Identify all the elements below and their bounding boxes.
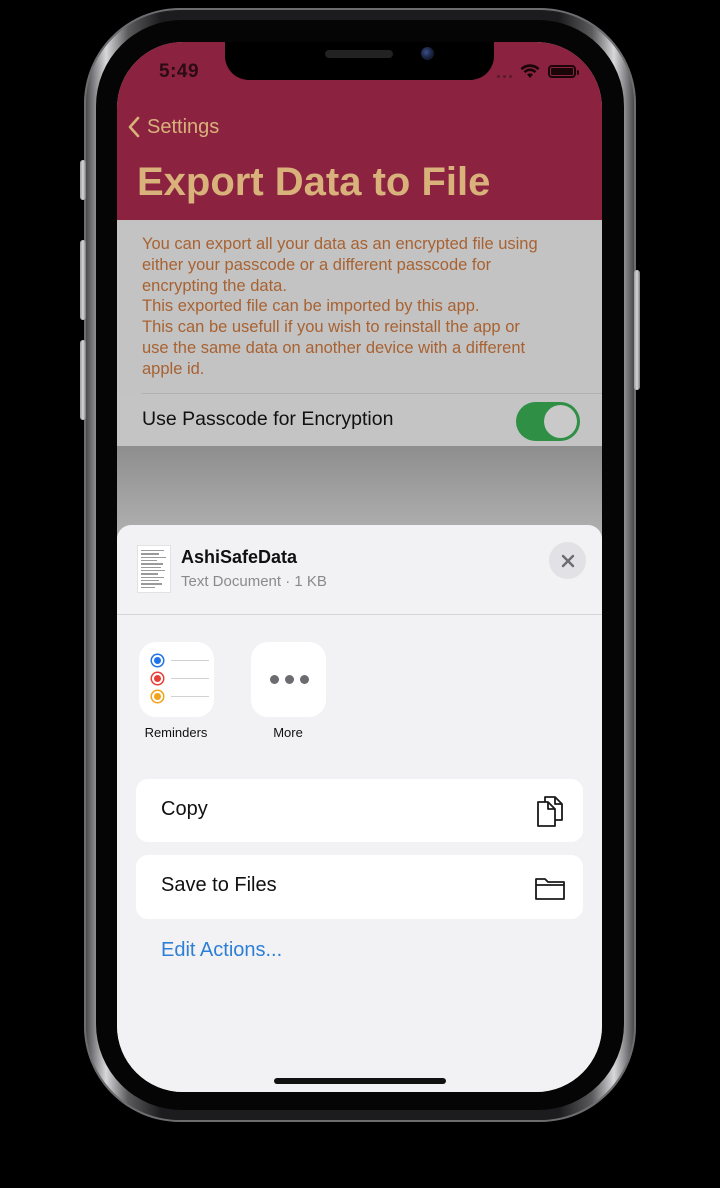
file-meta: Text Document · 1 KB (181, 573, 327, 590)
action-label: Copy (161, 798, 208, 820)
document-thumbnail (137, 545, 171, 593)
passcode-toggle-label: Use Passcode for Encryption (142, 408, 394, 430)
back-button-label: Settings (147, 115, 220, 138)
notch (225, 42, 494, 80)
description-line: This exported file can be imported by th… (142, 297, 480, 316)
back-button[interactable]: Settings (127, 112, 219, 142)
description-line: use the same data on another device with… (142, 338, 526, 357)
page-title: Export Data to File (137, 160, 491, 204)
share-app-label: More (273, 725, 303, 740)
signal-icon (497, 66, 512, 78)
front-camera (421, 47, 434, 60)
share-sheet: AshiSafeData Text Document · 1 KB Remind… (117, 525, 602, 1092)
battery-icon (548, 65, 579, 78)
save-to-files-action[interactable]: Save to Files (136, 855, 583, 919)
passcode-toggle-switch[interactable] (516, 402, 580, 441)
share-apps-row: Reminders More (117, 642, 602, 752)
file-name: AshiSafeData (181, 547, 298, 567)
more-icon (250, 642, 326, 717)
wifi-icon (520, 64, 540, 78)
passcode-toggle-row: Use Passcode for Encryption (117, 394, 602, 446)
edit-actions-link[interactable]: Edit Actions... (161, 939, 282, 962)
share-app-reminders[interactable]: Reminders (131, 642, 221, 740)
description-line: either your passcode or a different pass… (142, 255, 492, 274)
action-label: Save to Files (161, 874, 277, 896)
close-icon (561, 554, 574, 567)
status-time: 5:49 (159, 61, 200, 82)
power-button (634, 270, 640, 390)
description-line: encrypting the data. (142, 276, 287, 295)
volume-up-button (80, 240, 86, 320)
description-line: You can export all your data as an encry… (142, 235, 538, 253)
reminders-icon (138, 642, 214, 717)
speaker-grille (325, 50, 393, 58)
share-app-label: Reminders (144, 725, 208, 740)
share-app-more[interactable]: More (243, 642, 333, 740)
copy-icon (537, 796, 563, 827)
copy-action[interactable]: Copy (136, 779, 583, 842)
status-icons (497, 64, 579, 79)
home-indicator[interactable] (274, 1078, 446, 1084)
folder-icon (535, 878, 565, 900)
phone-screen: 5:49 Settings Export Data to File You ca… (117, 42, 602, 1092)
chevron-left-icon (128, 116, 140, 138)
silent-switch (80, 160, 86, 200)
description-line: apple id. (142, 359, 205, 378)
volume-down-button (80, 340, 86, 420)
dimmed-background (117, 446, 602, 536)
description-line: This can be usefull if you wish to reins… (142, 318, 520, 337)
close-button[interactable] (549, 542, 586, 579)
toggle-knob (544, 405, 577, 438)
share-sheet-header: AshiSafeData Text Document · 1 KB (117, 525, 602, 615)
export-description: You can export all your data as an encry… (142, 234, 587, 380)
